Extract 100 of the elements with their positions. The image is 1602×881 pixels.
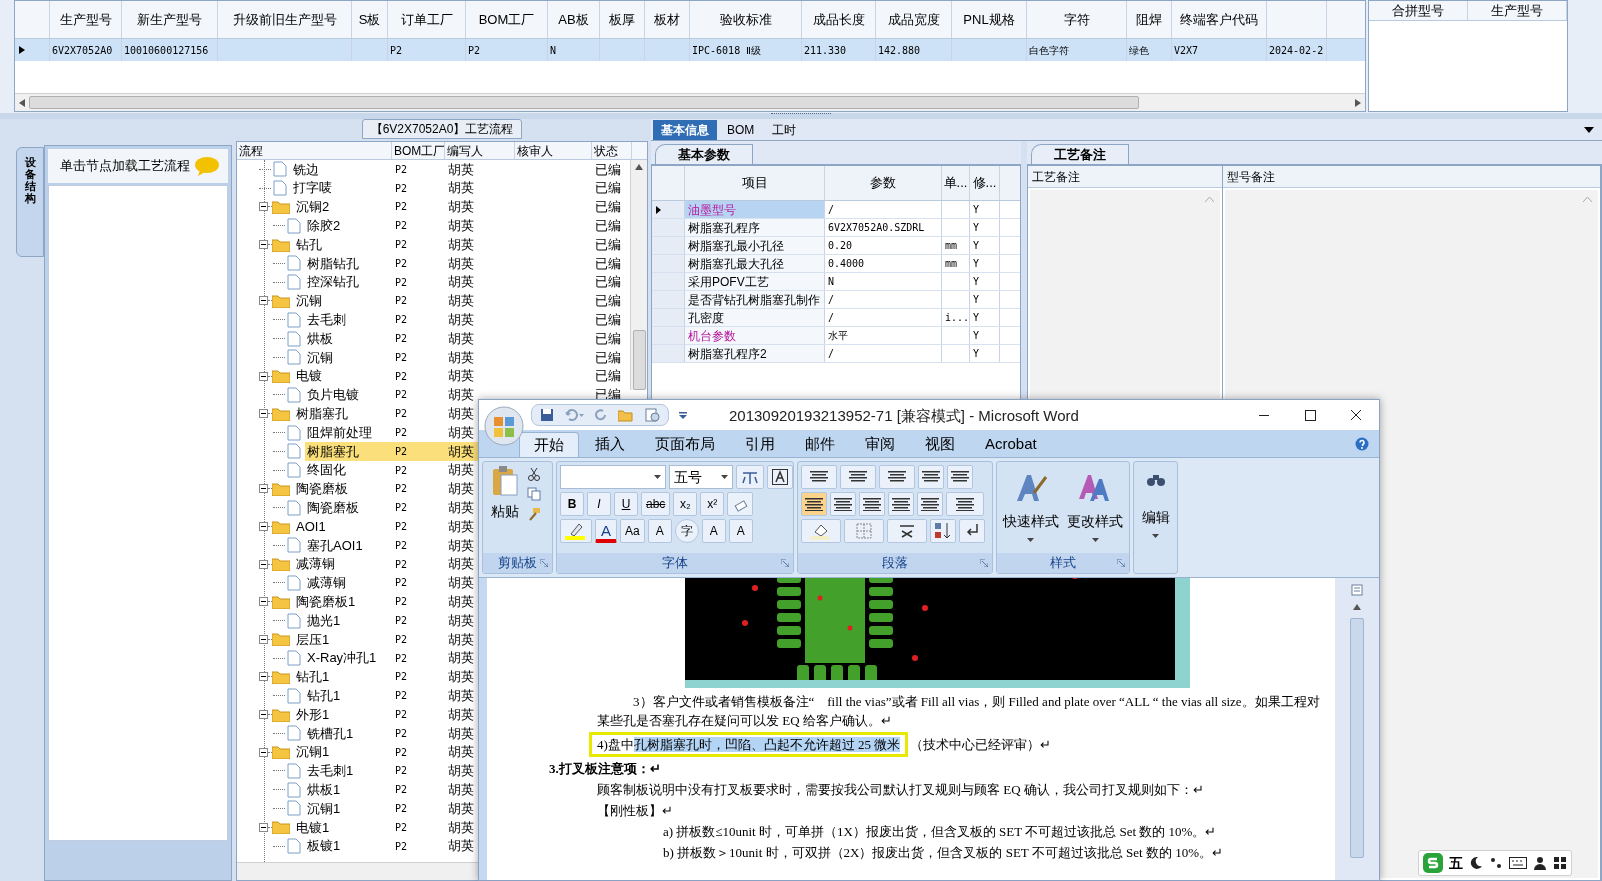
tree-node[interactable]: 阻焊前处理 [305, 423, 392, 442]
column-header[interactable]: 字符 [1063, 9, 1090, 30]
phonetic-guide-button[interactable] [736, 465, 764, 489]
format-button[interactable]: Aa [620, 519, 645, 543]
font-color-button[interactable]: A [595, 519, 617, 543]
column-header[interactable]: 成品长度 [812, 9, 865, 30]
expander-icon[interactable] [259, 522, 268, 532]
expander-icon[interactable] [259, 634, 268, 644]
format-button[interactable]: A [647, 519, 672, 543]
tree-node[interactable]: 外形1 [294, 705, 392, 724]
ribbon-tab[interactable]: 引用 [731, 432, 789, 457]
cut-icon[interactable] [527, 467, 541, 481]
row-header[interactable] [652, 201, 685, 218]
format-button[interactable]: B [560, 492, 584, 516]
moon-icon[interactable] [1469, 856, 1483, 870]
vertical-scrollbar[interactable] [1335, 578, 1379, 880]
column-header[interactable]: 升级前旧生产型号 [232, 9, 337, 30]
bullets-button[interactable] [801, 465, 837, 489]
expander-icon[interactable] [259, 822, 268, 832]
tab[interactable]: 基本信息 [653, 120, 717, 140]
column-header[interactable]: 单... [943, 173, 968, 193]
format-button[interactable]: x₂ [673, 492, 698, 516]
tree-node[interactable]: 陶瓷磨板1 [294, 592, 392, 612]
ribbon-tab[interactable]: 插入 [581, 432, 639, 457]
keyboard-icon[interactable] [1509, 857, 1527, 869]
font-size-field[interactable]: 五号 [669, 465, 733, 489]
column-header[interactable]: 板厚 [609, 9, 635, 30]
tree-node[interactable]: 陶瓷磨板 [294, 479, 392, 499]
column-header[interactable]: 生产型号 [59, 9, 112, 30]
line-spacing-button[interactable] [946, 492, 984, 516]
scroll-thumb[interactable] [632, 330, 646, 390]
format-painter-icon[interactable] [527, 507, 541, 521]
tree-node[interactable]: 沉铜1 [294, 742, 392, 762]
distributed-button[interactable] [917, 492, 943, 516]
dropdown-icon[interactable] [1584, 127, 1594, 133]
format-button[interactable]: U [614, 492, 638, 516]
format-button[interactable]: abc [641, 492, 671, 516]
ribbon-tab[interactable]: 页面布局 [641, 432, 729, 457]
tree-node[interactable]: 塞孔AOI1 [305, 535, 392, 555]
print-preview-icon[interactable] [644, 408, 660, 422]
column-header[interactable]: 型号备注 [1227, 167, 1275, 186]
column-header[interactable]: PNL规格 [963, 9, 1015, 30]
column-header[interactable]: 成品宽度 [887, 9, 940, 30]
ribbon-tab[interactable]: Acrobat [971, 432, 1051, 457]
scroll-up-icon[interactable] [1353, 604, 1361, 610]
column-header[interactable]: 编写人 [447, 142, 483, 159]
tree-node[interactable]: 终固化 [305, 460, 392, 480]
column-header[interactable]: 订单工厂 [400, 9, 453, 30]
tree-node[interactable]: 板镀1 [305, 836, 392, 856]
expander-icon[interactable] [259, 597, 268, 607]
tree-node[interactable]: 沉铜2 [294, 197, 392, 217]
scroll-right-icon[interactable] [1355, 98, 1361, 107]
format-button[interactable]: I [587, 492, 611, 516]
tree-node[interactable]: AOI1 [294, 517, 392, 536]
column-header[interactable]: 项目 [741, 173, 768, 193]
splitter-handle[interactable] [771, 113, 831, 117]
ime-logo-icon[interactable] [1423, 853, 1443, 873]
customize-icon[interactable] [679, 411, 687, 419]
tree-node[interactable]: 烘板 [305, 329, 392, 348]
character-border-button[interactable] [767, 465, 793, 489]
numbering-button[interactable] [840, 465, 876, 489]
format-button[interactable]: x² [700, 492, 725, 516]
paste-button[interactable]: 粘贴 [486, 465, 524, 541]
font-name-field[interactable] [560, 465, 666, 489]
ribbon-tab[interactable]: 开始 [519, 432, 579, 457]
tab[interactable]: BOM [719, 120, 763, 140]
tree-node[interactable]: 去毛刺1 [305, 761, 392, 781]
expander-icon[interactable] [259, 747, 268, 757]
column-header[interactable]: AB板 [558, 9, 589, 30]
tree-node[interactable]: 沉铜 [294, 291, 392, 311]
highlight-button[interactable] [560, 519, 592, 543]
scroll-thumb[interactable] [1350, 618, 1364, 858]
expander-icon[interactable] [259, 202, 268, 212]
tree-node[interactable]: 控深钻孔 [305, 272, 392, 292]
panel-tab[interactable]: 【6V2X7052A0】工艺流程 [361, 119, 523, 139]
column-header[interactable]: 新生产型号 [137, 9, 202, 30]
ribbon-tab[interactable]: 视图 [911, 432, 969, 457]
tree-node[interactable]: 层压1 [294, 629, 392, 649]
tree-node[interactable]: 钻孔1 [294, 667, 392, 687]
tree-node[interactable]: 钻孔 [294, 235, 392, 254]
column-header[interactable]: 合拼型号 [1392, 0, 1444, 21]
tree-node[interactable]: 减薄铜 [294, 554, 392, 574]
column-header[interactable]: 板材 [654, 9, 680, 30]
column-header[interactable]: 修... [972, 173, 997, 193]
expander-icon[interactable] [259, 409, 268, 419]
scroll-up-icon[interactable] [635, 164, 643, 170]
justify-button[interactable] [888, 492, 914, 516]
expander-icon[interactable] [259, 559, 268, 569]
column-header[interactable]: BOM工厂 [478, 9, 535, 30]
ribbon-tab[interactable]: 邮件 [791, 432, 849, 457]
panel-tab[interactable]: 基本参数 [655, 144, 753, 164]
tree-node[interactable]: 树脂塞孔 [305, 441, 392, 461]
scroll-left-icon[interactable] [19, 98, 25, 107]
tree-node[interactable]: 负片电镀 [305, 385, 392, 405]
column-header[interactable]: 终端客户代码 [1180, 9, 1258, 30]
align-left-button[interactable] [801, 492, 827, 516]
panel-tab[interactable]: 工艺备注 [1031, 144, 1129, 164]
tree-node[interactable]: 电镀1 [294, 817, 392, 837]
format-button[interactable]: A [701, 519, 726, 543]
tree-node[interactable]: 去毛刺 [305, 310, 392, 330]
